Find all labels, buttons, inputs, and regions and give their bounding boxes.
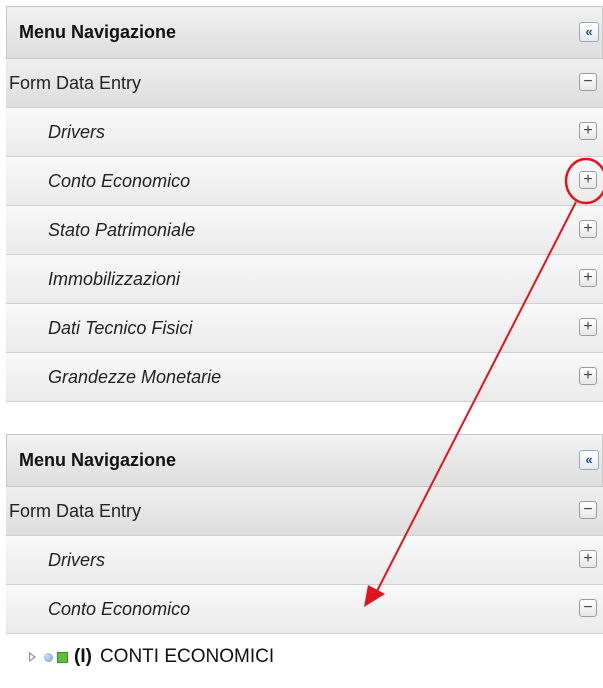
annotation-overlay [364,157,603,607]
annotation-arrow-line [374,201,577,596]
annotation-arrow-head [364,585,385,607]
highlight-circle [564,157,603,205]
